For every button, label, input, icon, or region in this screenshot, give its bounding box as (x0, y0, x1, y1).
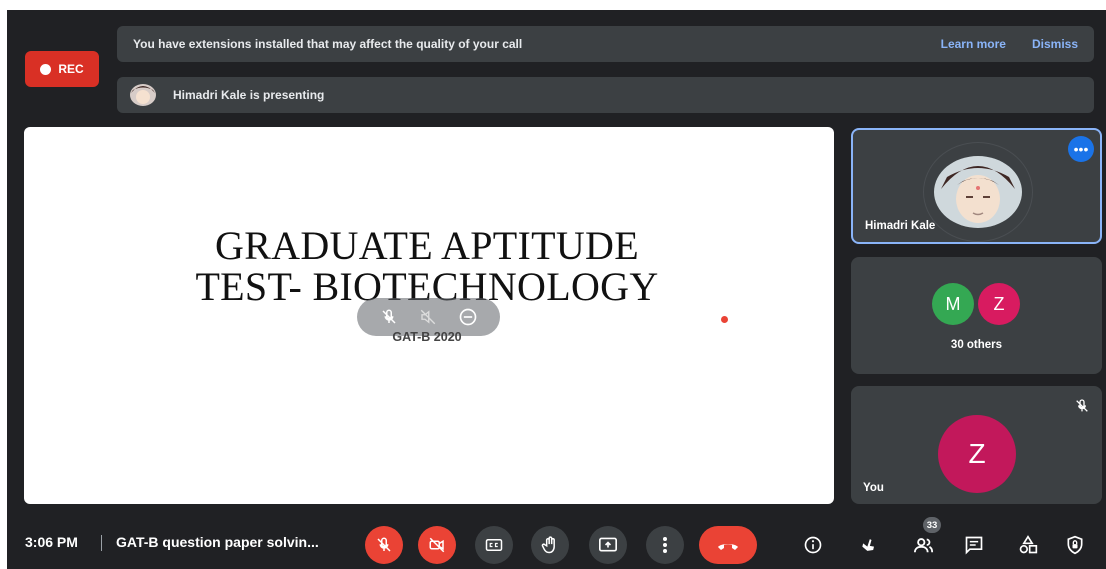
mic-off-icon (377, 537, 391, 552)
record-dot-icon (40, 63, 52, 75)
laser-pointer-icon (721, 316, 728, 323)
shield-lock-icon (1067, 535, 1083, 555)
extensions-notification: You have extensions installed that may a… (117, 26, 1094, 62)
remove-icon[interactable] (458, 307, 478, 327)
presenting-banner: Himadri Kale is presenting (117, 77, 1094, 113)
hang-up-icon (718, 544, 738, 550)
notification-message: You have extensions installed that may a… (133, 37, 523, 51)
present-icon (599, 537, 617, 552)
closed-captions-icon (485, 539, 503, 551)
meeting-title: GAT-B question paper solvin... (116, 534, 319, 550)
dismiss-button[interactable]: Dismiss (1032, 37, 1078, 51)
others-count-label: 30 others (950, 339, 1003, 351)
presenter-avatar-ring (923, 142, 1033, 242)
bottom-bar: 3:06 PM GAT-B question paper solvin... 3… (7, 516, 1106, 569)
presenter-name: Himadri Kale (865, 220, 936, 232)
leave-call-button[interactable] (699, 526, 757, 564)
video-off-icon (429, 537, 445, 553)
hand-icon (541, 536, 555, 554)
participant-tile-others[interactable]: M Z 30 others (851, 257, 1102, 374)
hand-raises-button[interactable] (853, 529, 885, 561)
participant-tile-presenter[interactable]: ••• Himadri Kale (851, 128, 1102, 244)
presenter-avatar (934, 156, 1022, 228)
raise-hand-button[interactable] (531, 526, 569, 564)
self-name: You (863, 482, 884, 494)
present-screen-button[interactable] (589, 526, 627, 564)
mic-off-icon[interactable] (380, 308, 398, 326)
chat-button[interactable] (958, 529, 990, 561)
mic-off-icon (1074, 398, 1090, 419)
meet-window: REC You have extensions installed that m… (7, 10, 1106, 569)
presenting-text: Himadri Kale is presenting (173, 88, 325, 102)
activities-button[interactable] (1012, 529, 1044, 561)
more-options-button[interactable]: ••• (1068, 136, 1094, 162)
avatar-z: Z (978, 283, 1020, 325)
slide-subtitle: GAT-B 2020 (392, 330, 462, 344)
camera-toggle-button[interactable] (418, 526, 456, 564)
slide-title: GRADUATE APTITUDE TEST- BIOTECHNOLOGY (24, 225, 830, 307)
recording-badge: REC (25, 51, 99, 87)
avatar-m: M (932, 283, 974, 325)
volume-off-icon[interactable] (419, 308, 437, 326)
divider (101, 535, 102, 551)
learn-more-link[interactable]: Learn more (941, 37, 1006, 51)
participant-tile-self[interactable]: Z You (851, 386, 1102, 504)
presentation-stage: GRADUATE APTITUDE TEST- BIOTECHNOLOGY GA… (24, 127, 834, 504)
more-horizontal-icon: ••• (1073, 141, 1089, 157)
captions-button[interactable] (475, 526, 513, 564)
microphone-toggle-button[interactable] (365, 526, 403, 564)
people-icon (914, 538, 934, 553)
more-options-button[interactable] (646, 526, 684, 564)
raised-hand-icon (862, 539, 874, 551)
self-avatar: Z (938, 415, 1016, 493)
meeting-clock: 3:06 PM (25, 534, 78, 550)
people-button[interactable] (908, 529, 940, 561)
recording-label: REC (58, 62, 84, 76)
people-count-badge: 33 (923, 517, 941, 533)
presenter-avatar-small (129, 83, 157, 107)
more-vertical-icon (663, 537, 667, 553)
shapes-icon (1019, 535, 1038, 554)
info-icon (804, 536, 822, 554)
chat-icon (965, 536, 983, 555)
slide-title-line-1: GRADUATE APTITUDE (215, 223, 639, 268)
host-controls-button[interactable] (1059, 529, 1091, 561)
meeting-details-button[interactable] (797, 529, 829, 561)
